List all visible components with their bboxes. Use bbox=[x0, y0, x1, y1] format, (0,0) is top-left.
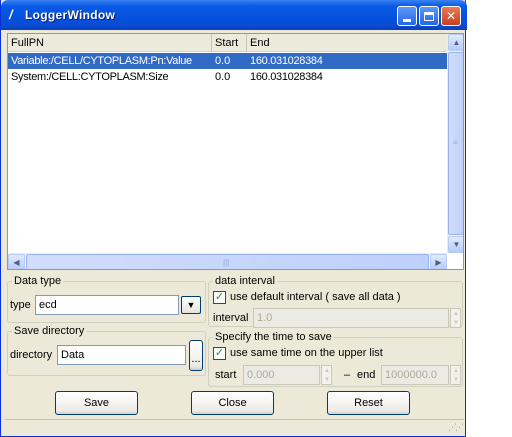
vertical-scrollbar[interactable]: ▲ ≡ ▼ bbox=[447, 34, 463, 253]
save-button[interactable]: Save bbox=[55, 391, 138, 415]
end-label: end bbox=[357, 369, 376, 381]
list-body: Variable:/CELL/CYTOPLASM:Pn:Value 0.0 16… bbox=[8, 53, 447, 85]
logger-icon: / bbox=[9, 7, 13, 22]
minimize-button[interactable] bbox=[397, 6, 417, 26]
reset-button[interactable]: Reset bbox=[327, 391, 410, 415]
interval-spinner[interactable]: ▲ ▼ bbox=[450, 308, 461, 328]
chevron-up-icon: ▲ bbox=[452, 38, 461, 47]
spin-down-icon: ▼ bbox=[453, 377, 459, 383]
save-directory-group-label: Save directory bbox=[12, 324, 87, 338]
grip-icon: ≡ bbox=[453, 138, 458, 147]
status-bar: ⋰⋰ bbox=[5, 419, 464, 435]
window-title: LoggerWindow bbox=[25, 8, 116, 22]
end-cell: 160.031028384 bbox=[250, 71, 323, 83]
minimize-icon bbox=[403, 18, 411, 22]
title-bar[interactable]: / LoggerWindow ✕ bbox=[1, 0, 467, 30]
scroll-left-button[interactable]: ◀ bbox=[8, 254, 25, 269]
directory-input[interactable]: Data bbox=[57, 345, 186, 365]
list-row[interactable]: Variable:/CELL/CYTOPLASM:Pn:Value 0.0 16… bbox=[8, 53, 447, 69]
start-cell: 0.0 bbox=[215, 55, 231, 67]
horizontal-scroll-thumb[interactable]: ||| bbox=[26, 254, 429, 269]
spin-up-icon: ▲ bbox=[453, 311, 459, 317]
list-header: FullPN Start End bbox=[8, 34, 447, 52]
spin-down-icon: ▼ bbox=[324, 377, 330, 383]
maximize-button[interactable] bbox=[419, 6, 439, 26]
use-same-time-checkbox[interactable]: ✓ bbox=[213, 347, 226, 360]
use-same-time-label: use same time on the upper list bbox=[230, 347, 383, 359]
chevron-right-icon: ▶ bbox=[435, 258, 442, 267]
scroll-up-button[interactable]: ▲ bbox=[448, 34, 463, 51]
horizontal-scrollbar[interactable]: ◀ ||| ▶ bbox=[8, 253, 447, 269]
close-window-button[interactable]: ✕ bbox=[441, 6, 461, 26]
start-time-spinner[interactable]: ▲ ▼ bbox=[321, 365, 332, 385]
scroll-down-button[interactable]: ▼ bbox=[448, 236, 463, 253]
spin-up-icon: ▲ bbox=[324, 368, 330, 374]
end-separator: – bbox=[344, 369, 351, 381]
maximize-icon bbox=[424, 11, 434, 21]
chevron-left-icon: ◀ bbox=[13, 258, 20, 267]
start-label: start bbox=[215, 369, 237, 381]
end-cell: 160.031028384 bbox=[250, 55, 323, 67]
list-row[interactable]: System:/CELL:CYTOPLASM:Size 0.0 160.0310… bbox=[8, 69, 447, 85]
fullpn-cell: Variable:/CELL/CYTOPLASM:Pn:Value bbox=[11, 55, 192, 67]
chevron-down-icon: ▼ bbox=[452, 240, 461, 249]
logger-window: / LoggerWindow ✕ FullPN Start End Variab… bbox=[0, 0, 467, 437]
close-button[interactable]: Close bbox=[191, 391, 274, 415]
column-header-fullpn[interactable]: FullPN bbox=[8, 34, 212, 52]
data-interval-group-label: data interval bbox=[213, 274, 277, 288]
end-time-spinner[interactable]: ▲ ▼ bbox=[450, 365, 461, 385]
interval-label: interval bbox=[213, 312, 249, 324]
spin-down-icon: ▼ bbox=[453, 320, 459, 326]
start-cell: 0.0 bbox=[215, 71, 231, 83]
vertical-scroll-thumb[interactable]: ≡ bbox=[448, 52, 463, 235]
checkmark-icon: ✓ bbox=[214, 291, 225, 303]
chevron-down-icon: ▼ bbox=[186, 300, 196, 310]
grip-icon: ||| bbox=[223, 258, 230, 267]
type-dropdown-button[interactable]: ▼ bbox=[181, 296, 201, 314]
scroll-right-button[interactable]: ▶ bbox=[430, 254, 447, 269]
type-input[interactable]: ecd bbox=[35, 295, 179, 315]
end-time-input[interactable]: 1000000.0 bbox=[381, 365, 449, 385]
type-label: type bbox=[10, 299, 31, 311]
start-time-input[interactable]: 0.000 bbox=[243, 365, 320, 385]
use-default-interval-checkbox[interactable]: ✓ bbox=[213, 291, 226, 304]
column-header-end[interactable]: End bbox=[247, 34, 447, 52]
close-icon: ✕ bbox=[445, 9, 457, 23]
use-default-interval-label: use default interval ( save all data ) bbox=[230, 291, 401, 303]
data-type-group-label: Data type bbox=[12, 274, 64, 288]
fullpn-cell: System:/CELL:CYTOPLASM:Size bbox=[11, 71, 169, 83]
browse-directory-button[interactable]: ... bbox=[189, 340, 203, 371]
resize-grip-icon[interactable]: ⋰⋰ bbox=[448, 423, 464, 432]
spin-up-icon: ▲ bbox=[453, 368, 459, 374]
interval-input[interactable]: 1.0 bbox=[253, 308, 449, 328]
time-to-save-group-label: Specify the time to save bbox=[213, 330, 334, 344]
directory-label: directory bbox=[10, 349, 53, 361]
logger-list[interactable]: FullPN Start End Variable:/CELL/CYTOPLAS… bbox=[7, 33, 464, 270]
checkmark-icon: ✓ bbox=[214, 347, 225, 359]
column-header-start[interactable]: Start bbox=[212, 34, 247, 52]
